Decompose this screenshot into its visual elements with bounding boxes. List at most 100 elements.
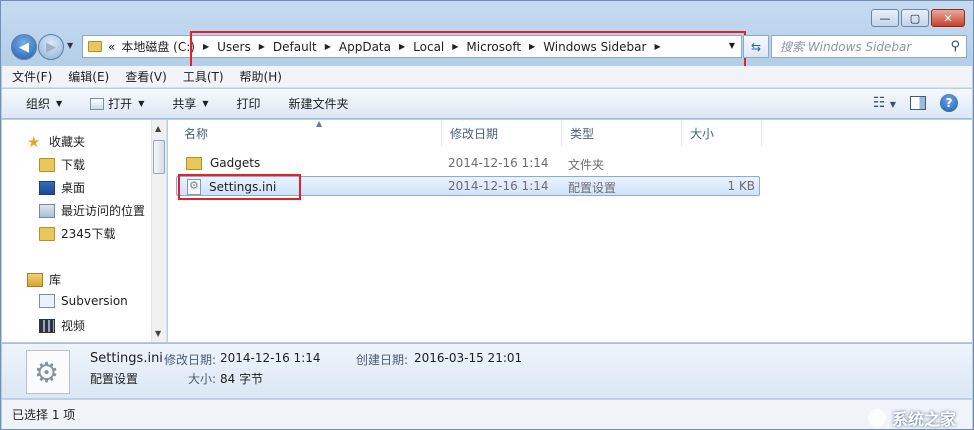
- sidebar-item-desktop[interactable]: 桌面: [39, 179, 85, 196]
- chevron-right-icon[interactable]: ▶: [452, 42, 458, 51]
- chevron-right-icon[interactable]: ▶: [654, 42, 660, 51]
- details-modified-value: 2014-12-16 1:14: [220, 351, 321, 365]
- share-button[interactable]: 共享 ▼: [172, 95, 208, 112]
- menu-edit[interactable]: 编辑(E): [68, 68, 109, 85]
- breadcrumb-item[interactable]: Local: [413, 40, 444, 54]
- search-icon[interactable]: ⚲: [950, 39, 960, 54]
- search-placeholder: 搜索 Windows Sidebar: [780, 40, 912, 54]
- maximize-button[interactable]: ▢: [901, 9, 929, 27]
- desktop-icon: [39, 180, 55, 195]
- forward-button[interactable]: ▶: [38, 34, 64, 60]
- chevron-down-icon: ▼: [138, 99, 145, 108]
- column-header-size[interactable]: 大小: [682, 120, 762, 146]
- file-type: 配置设置: [568, 181, 617, 195]
- open-button[interactable]: 打开 ▼: [90, 95, 144, 112]
- sidebar-item-recent[interactable]: 最近访问的位置: [39, 202, 145, 219]
- help-icon[interactable]: ?: [940, 94, 958, 112]
- sidebar-item-2345-downloads[interactable]: 2345下载: [39, 225, 116, 242]
- sidebar-item-label: 桌面: [61, 181, 86, 195]
- column-header-label: 类型: [570, 126, 595, 141]
- table-row[interactable]: Gadgets 2014-12-16 1:14 文件夹: [176, 154, 760, 174]
- column-header-modified[interactable]: 修改日期: [442, 120, 562, 146]
- column-header-type[interactable]: 类型: [562, 120, 682, 146]
- organize-label: 组织: [26, 97, 51, 111]
- address-dropdown-icon[interactable]: ▼: [729, 41, 735, 50]
- watermark: 系统之家: [867, 406, 956, 430]
- breadcrumb-item[interactable]: Users: [217, 40, 251, 54]
- share-label: 共享: [172, 97, 197, 111]
- chevron-right-icon[interactable]: ▶: [529, 42, 535, 51]
- address-bar[interactable]: « 本地磁盘 (C:) ▶ Users ▶ Default ▶ AppData …: [82, 31, 746, 68]
- menu-bar: 文件(F) 编辑(E) 查看(V) 工具(T) 帮助(H): [2, 66, 972, 88]
- breadcrumb-item[interactable]: 本地磁盘 (C:): [121, 38, 195, 55]
- watermark-logo-icon: [867, 409, 886, 427]
- breadcrumb-item[interactable]: AppData: [339, 40, 391, 54]
- sidebar-item-label: 收藏夹: [49, 135, 86, 149]
- menu-file[interactable]: 文件(F): [12, 68, 52, 85]
- chevron-down-icon: ▼: [202, 99, 209, 108]
- scrollbar-thumb[interactable]: [153, 140, 165, 174]
- sidebar-item-label: 最近访问的位置: [61, 204, 146, 218]
- explorer-window: — ▢ ✕ ◀ ▶ ▼ « 本地磁盘 (C:) ▶ Users ▶ Defaul…: [0, 0, 974, 430]
- refresh-button[interactable]: ⇆: [743, 35, 769, 58]
- sidebar-item-libraries[interactable]: 库: [27, 271, 61, 288]
- file-size: 1 KB: [727, 179, 755, 193]
- view-options-icon[interactable]: ☷ ▼: [873, 95, 896, 111]
- new-folder-button[interactable]: 新建文件夹: [289, 95, 349, 112]
- navigation-scrollbar[interactable]: ▲ ▼: [151, 120, 166, 342]
- scroll-down-icon[interactable]: ▼: [155, 329, 161, 338]
- file-type: 文件夹: [568, 158, 605, 172]
- open-icon: [90, 97, 105, 110]
- search-input[interactable]: 搜索 Windows Sidebar ⚲: [771, 35, 967, 58]
- chevron-down-icon: ▼: [56, 99, 63, 108]
- menu-view[interactable]: 查看(V): [125, 68, 167, 85]
- navigation-row: ◀ ▶ ▼ « 本地磁盘 (C:) ▶ Users ▶ Default ▶ Ap…: [9, 31, 967, 68]
- print-label: 打印: [236, 97, 261, 111]
- file-name: Settings.ini: [209, 180, 277, 194]
- recent-pages-dropdown-icon[interactable]: ▼: [67, 41, 73, 50]
- sort-ascending-icon: ▲: [316, 119, 323, 128]
- breadcrumb-item[interactable]: Default: [273, 40, 317, 54]
- chevron-right-icon[interactable]: ▶: [399, 42, 405, 51]
- toolbar-right-group: ☷ ▼ ?: [873, 94, 958, 112]
- column-header-label: 大小: [690, 126, 715, 141]
- file-modified: 2014-12-16 1:14: [448, 179, 549, 193]
- organize-button[interactable]: 组织 ▼: [26, 95, 62, 112]
- menu-tools[interactable]: 工具(T): [183, 68, 224, 85]
- sidebar-item-subversion[interactable]: Subversion: [39, 294, 128, 308]
- navigation-pane: ★ 收藏夹 下载 桌面 最近访问的位置 2345下载 库 Subversion: [2, 120, 167, 342]
- breadcrumb-overflow[interactable]: «: [108, 40, 115, 54]
- sidebar-item-favorites[interactable]: ★ 收藏夹: [27, 133, 85, 150]
- chevron-right-icon[interactable]: ▶: [259, 42, 265, 51]
- recent-places-icon: [39, 203, 55, 218]
- column-header-label: 修改日期: [450, 126, 499, 141]
- settings-file-icon: [187, 179, 201, 195]
- details-created-value: 2016-03-15 21:01: [414, 351, 523, 365]
- command-bar: 组织 ▼ 打开 ▼ 共享 ▼ 打印 新建文件夹 ☷ ▼ ?: [2, 89, 972, 119]
- chevron-right-icon[interactable]: ▶: [203, 42, 209, 51]
- back-button[interactable]: ◀: [11, 34, 37, 60]
- star-icon: ★: [27, 132, 41, 151]
- breadcrumb-item[interactable]: Microsoft: [466, 40, 521, 54]
- details-size-value: 84 字节: [220, 372, 264, 386]
- watermark-text: 系统之家: [891, 410, 956, 429]
- sidebar-item-label: 2345下载: [61, 227, 116, 241]
- menu-help[interactable]: 帮助(H): [240, 68, 282, 85]
- print-button[interactable]: 打印: [237, 95, 261, 112]
- scroll-up-icon[interactable]: ▲: [155, 124, 161, 133]
- sidebar-item-downloads[interactable]: 下载: [39, 156, 85, 173]
- sidebar-item-label: 下载: [61, 158, 86, 172]
- column-header-name[interactable]: 名称 ▲: [176, 119, 442, 146]
- file-name: Gadgets: [210, 156, 261, 170]
- column-header-label: 名称: [184, 126, 209, 141]
- close-button[interactable]: ✕: [931, 9, 965, 27]
- details-size-label: 大小:: [188, 372, 217, 386]
- chevron-right-icon[interactable]: ▶: [325, 42, 331, 51]
- table-row-selected[interactable]: Settings.ini 2014-12-16 1:14 配置设置 1 KB: [176, 176, 760, 196]
- minimize-button[interactable]: —: [871, 9, 899, 27]
- sidebar-item-videos[interactable]: 视频: [39, 317, 85, 334]
- breadcrumb-item[interactable]: Windows Sidebar: [543, 40, 646, 54]
- details-modified-label: 修改日期:: [164, 353, 217, 367]
- preview-pane-icon[interactable]: [910, 96, 926, 110]
- open-label: 打开: [108, 97, 133, 111]
